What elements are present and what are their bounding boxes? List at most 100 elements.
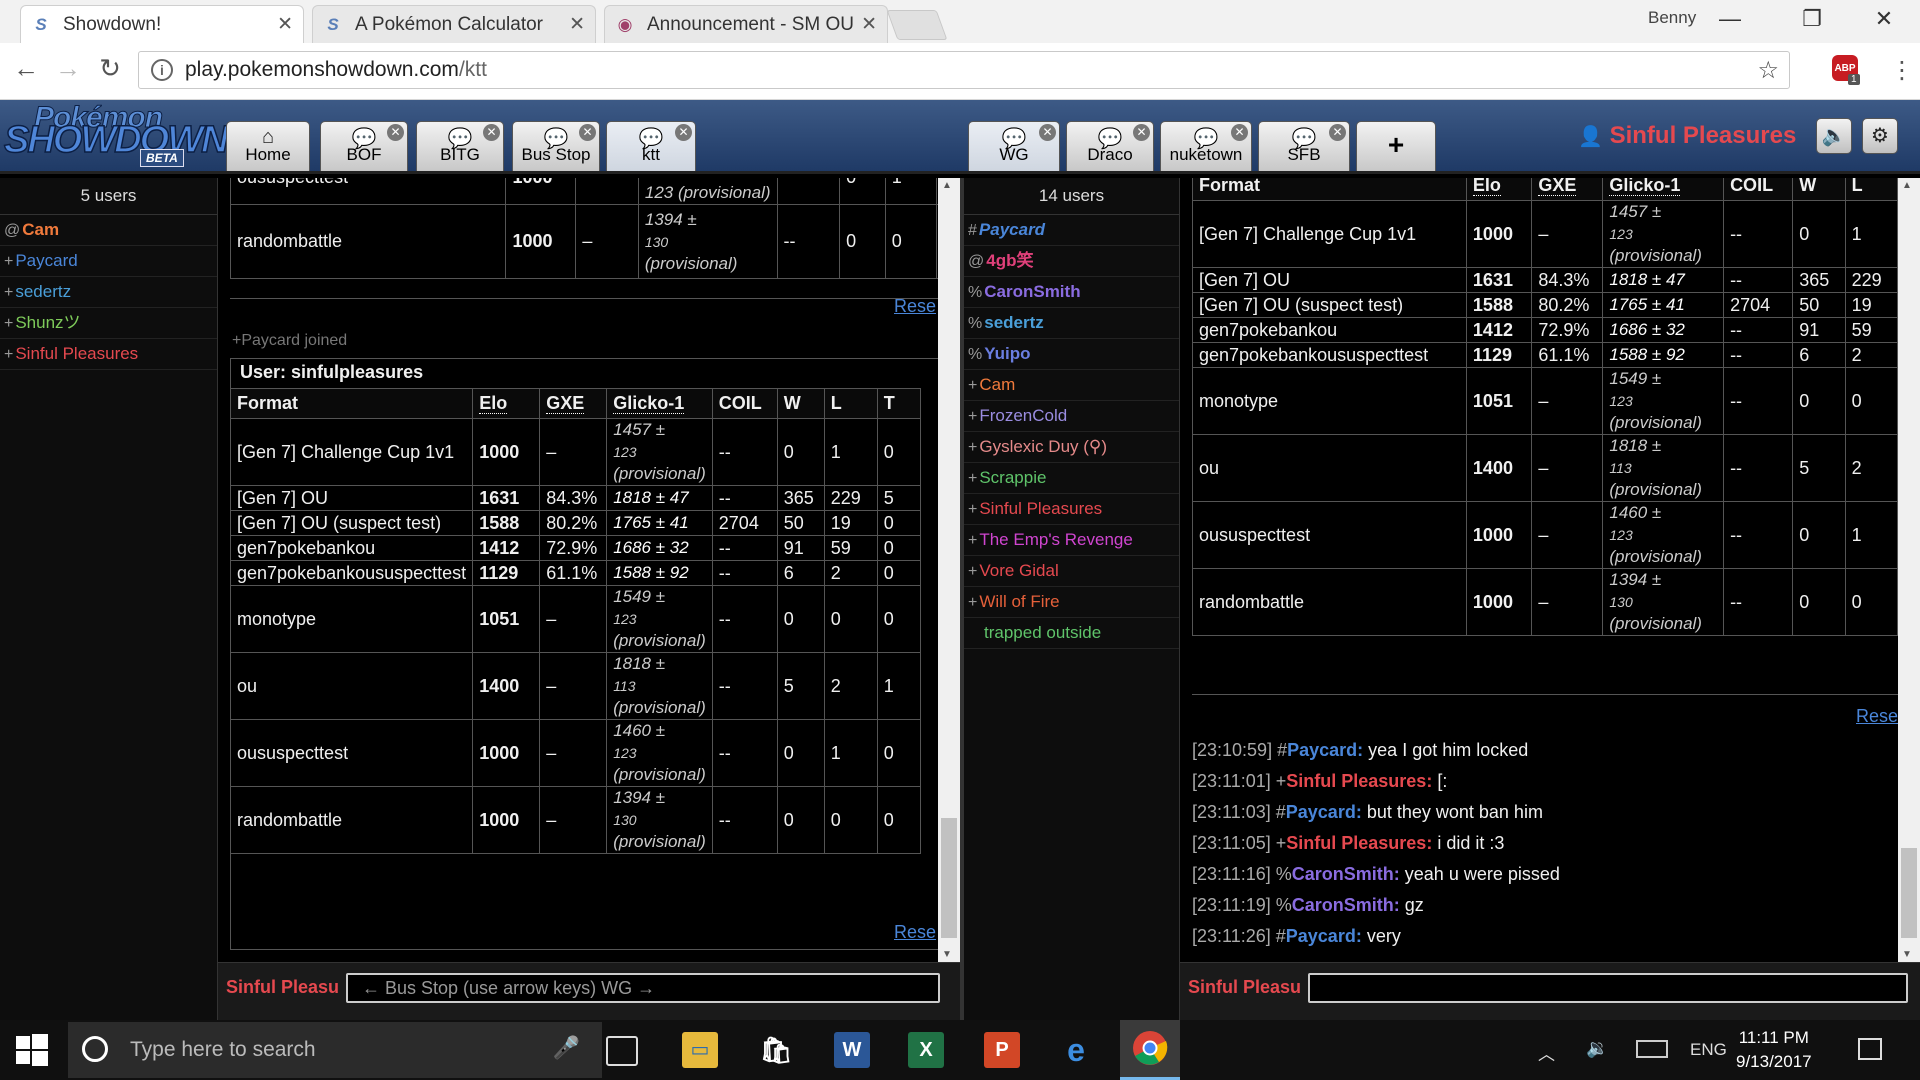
user-list-item[interactable]: + Gyslexic Duy (⚲) — [964, 432, 1179, 463]
tab-ktt[interactable]: 💬 ✕ ktt — [606, 121, 696, 171]
scroll-thumb[interactable] — [1901, 848, 1917, 938]
reset-link[interactable]: Rese — [894, 922, 936, 943]
user-list-item[interactable]: + Paycard — [0, 246, 217, 277]
user-list-item[interactable]: % sedertz — [964, 308, 1179, 339]
user-list-item[interactable]: + Sinful Pleasures — [964, 494, 1179, 525]
user-list-item[interactable]: + FrozenCold — [964, 401, 1179, 432]
right-scrollbar[interactable]: ▲ ▼ — [1898, 178, 1920, 962]
user-list-item[interactable]: # Paycard — [964, 215, 1179, 246]
close-icon[interactable]: ✕ — [483, 124, 500, 141]
powerpoint-icon[interactable]: P — [984, 1032, 1020, 1068]
user-list-item[interactable]: + Shunzツ — [0, 308, 217, 339]
user-list-item[interactable]: @ Cam — [0, 215, 217, 246]
left-scrollbar[interactable]: ▲ ▼ — [938, 178, 960, 962]
close-icon[interactable]: ✕ — [861, 13, 877, 36]
scroll-down-icon[interactable]: ▼ — [1902, 949, 1912, 960]
restore-icon[interactable]: ❐ — [1792, 6, 1832, 32]
tab-sfb[interactable]: 💬 ✕ SFB — [1258, 121, 1350, 171]
chat-author[interactable]: CaronSmith: — [1292, 895, 1400, 915]
user-list-item[interactable]: + sedertz — [0, 277, 217, 308]
windows-start-icon[interactable] — [14, 1032, 50, 1068]
browser-menu-icon[interactable]: ⋮ — [1890, 56, 1914, 85]
chat-author[interactable]: Paycard: — [1286, 802, 1362, 822]
chat-author[interactable]: Paycard: — [1286, 926, 1362, 946]
close-icon[interactable]: ✕ — [387, 124, 404, 141]
url-text[interactable]: play.pokemonshowdown.com/ktt — [185, 58, 1757, 82]
user-list-item[interactable]: @4gb笑 — [964, 246, 1179, 277]
browser-tab-announcement[interactable]: ◉ Announcement - SM OU ✕ — [604, 5, 888, 43]
new-tab-button[interactable] — [886, 10, 948, 40]
scroll-up-icon[interactable]: ▲ — [942, 180, 952, 191]
scroll-down-icon[interactable]: ▼ — [942, 949, 952, 960]
close-icon[interactable]: ✕ — [579, 124, 596, 141]
tab-bof[interactable]: 💬 ✕ BOF — [320, 121, 408, 171]
chat-author[interactable]: Paycard: — [1287, 740, 1363, 760]
microphone-icon[interactable]: 🎤 — [553, 1035, 580, 1061]
taskbar-search-box[interactable]: Type here to search 🎤 — [68, 1022, 602, 1078]
scroll-thumb[interactable] — [941, 818, 957, 938]
chat-author[interactable]: Sinful Pleasures: — [1286, 771, 1432, 791]
task-view-icon[interactable] — [606, 1036, 638, 1066]
cell-gxe: 84.3% — [1531, 267, 1604, 293]
chrome-taskbar-button[interactable] — [1120, 1020, 1180, 1080]
user-list-item[interactable]: trapped outside — [964, 618, 1179, 649]
showdown-logo[interactable]: Pokémon SHOWDOWN BETA — [3, 101, 229, 167]
edge-icon[interactable]: e — [1058, 1032, 1094, 1068]
close-icon[interactable]: ✕ — [1039, 124, 1056, 141]
window-close-icon[interactable]: ✕ — [1864, 6, 1904, 32]
chat-author[interactable]: CaronSmith: — [1292, 864, 1400, 884]
tab-bus-stop[interactable]: 💬 ✕ Bus Stop — [512, 121, 600, 171]
user-rank-symbol: + — [4, 284, 14, 301]
add-tab-button[interactable]: + — [1356, 121, 1436, 171]
close-icon[interactable]: ✕ — [277, 13, 293, 36]
back-arrow-icon[interactable]: ← — [8, 53, 44, 84]
user-list-item[interactable]: + Scrappie — [964, 463, 1179, 494]
reset-link[interactable]: Rese — [894, 296, 936, 317]
file-explorer-icon[interactable]: ▭ — [682, 1032, 718, 1068]
tray-chevron-icon[interactable]: ︿ — [1538, 1040, 1555, 1065]
bookmark-star-icon[interactable]: ☆ — [1757, 56, 1779, 85]
user-list-item[interactable]: + Will of Fire — [964, 587, 1179, 618]
browser-tab-showdown[interactable]: S Showdown! ✕ — [20, 5, 304, 43]
tab-wg[interactable]: 💬 ✕ WG — [968, 121, 1060, 171]
keyboard-icon[interactable] — [1636, 1040, 1668, 1058]
notifications-icon[interactable] — [1858, 1038, 1882, 1060]
user-list-item[interactable]: % Yuipo — [964, 339, 1179, 370]
chat-author[interactable]: Sinful Pleasures: — [1286, 833, 1432, 853]
store-icon[interactable]: 🛍 — [758, 1032, 794, 1068]
user-name: sedertz — [15, 282, 72, 301]
user-list-item[interactable]: + The Emp's Revenge — [964, 525, 1179, 556]
profile-name[interactable]: Benny — [1648, 8, 1696, 28]
chat-input[interactable] — [1308, 973, 1908, 1003]
user-list-item[interactable]: % CaronSmith — [964, 277, 1179, 308]
browser-tab-calculator[interactable]: S A Pokémon Calculator ✕ — [312, 5, 596, 43]
tab-bitg[interactable]: 💬 ✕ BITG — [416, 121, 504, 171]
reset-link[interactable]: Rese — [1856, 706, 1898, 727]
tab-nuketown[interactable]: 💬 ✕ nuketown — [1160, 121, 1252, 171]
user-list-item[interactable]: + Cam — [964, 370, 1179, 401]
forward-arrow-icon[interactable]: → — [50, 53, 86, 84]
close-icon[interactable]: ✕ — [675, 124, 692, 141]
current-username[interactable]: 👤 Sinful Pleasures — [1578, 122, 1796, 150]
word-icon[interactable]: W — [834, 1032, 870, 1068]
minimize-icon[interactable]: — — [1710, 6, 1750, 32]
taskbar-clock[interactable]: 11:11 PM 9/13/2017 — [1736, 1026, 1812, 1074]
user-list-item[interactable]: + Sinful Pleasures — [0, 339, 217, 370]
reload-icon[interactable]: ↻ — [92, 53, 128, 84]
volume-button[interactable]: 🔈 — [1816, 118, 1852, 154]
settings-button[interactable]: ⚙ — [1862, 118, 1898, 154]
omnibox[interactable]: i play.pokemonshowdown.com/ktt ☆ — [138, 51, 1790, 89]
close-icon[interactable]: ✕ — [1133, 124, 1150, 141]
scroll-up-icon[interactable]: ▲ — [1902, 180, 1912, 191]
chat-input[interactable]: ← Bus Stop (use arrow keys) WG → — [346, 973, 940, 1003]
site-info-icon[interactable]: i — [151, 59, 173, 81]
language-indicator[interactable]: ENG — [1690, 1040, 1727, 1060]
user-list-item[interactable]: + Vore Gidal — [964, 556, 1179, 587]
tab-home[interactable]: ⌂ Home — [226, 121, 310, 171]
close-icon[interactable]: ✕ — [1231, 124, 1248, 141]
speaker-tray-icon[interactable]: 🔉 — [1586, 1038, 1608, 1059]
excel-icon[interactable]: X — [908, 1032, 944, 1068]
close-icon[interactable]: ✕ — [1329, 124, 1346, 141]
close-icon[interactable]: ✕ — [569, 13, 585, 36]
tab-draco[interactable]: 💬 ✕ Draco — [1066, 121, 1154, 171]
